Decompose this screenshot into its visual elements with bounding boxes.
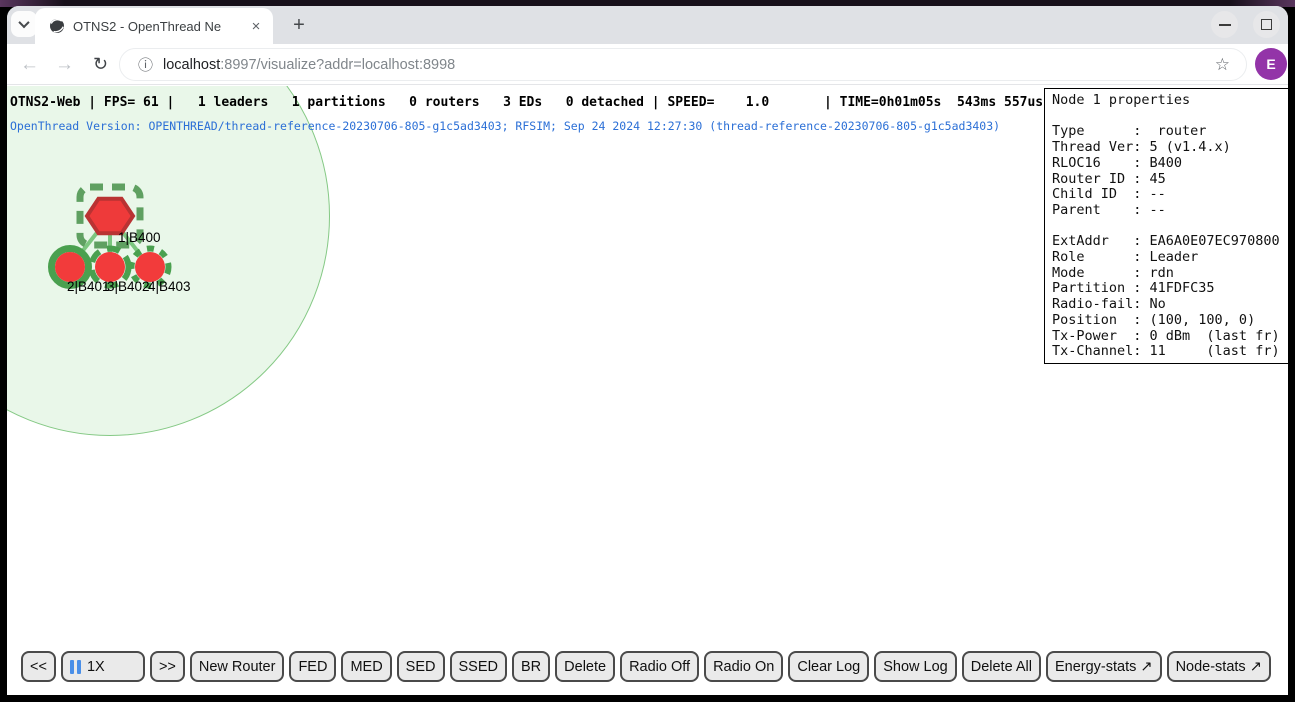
reload-button[interactable]: ↻ <box>87 51 114 78</box>
speed-up-button[interactable]: >> <box>150 651 185 682</box>
address-bar[interactable]: ⓘ localhost:8997/visualize?addr=localhos… <box>119 48 1247 81</box>
tab-title-fade <box>219 19 247 34</box>
window-minimize-button[interactable] <box>1211 11 1238 38</box>
energy-stats-button[interactable]: Energy-stats ↗ <box>1046 651 1162 682</box>
node-properties-text: Node 1 properties Type : router Thread V… <box>1045 89 1288 364</box>
sed-button[interactable]: SED <box>397 651 445 682</box>
radio-on-button[interactable]: Radio On <box>704 651 783 682</box>
br-button[interactable]: BR <box>512 651 550 682</box>
node-properties-panel: Node 1 properties Type : router Thread V… <box>1044 88 1288 364</box>
new-router-button[interactable]: New Router <box>190 651 285 682</box>
pause-icon <box>70 660 81 674</box>
fed-button[interactable]: FED <box>289 651 336 682</box>
radio-range-circle <box>7 86 330 436</box>
minimize-icon <box>1219 24 1231 26</box>
profile-avatar[interactable]: E <box>1255 48 1287 80</box>
speed-label: 1X <box>87 659 105 675</box>
tab-title: OTNS2 - OpenThread Ne <box>73 19 247 34</box>
bookmark-star-icon[interactable]: ☆ <box>1215 55 1234 75</box>
med-button[interactable]: MED <box>341 651 391 682</box>
url-text: localhost:8997/visualize?addr=localhost:… <box>163 57 455 73</box>
browser-toolbar: ← → ↻ ⓘ localhost:8997/visualize?addr=lo… <box>7 44 1288 85</box>
forward-button[interactable]: → <box>51 51 78 78</box>
delete-button[interactable]: Delete <box>555 651 615 682</box>
new-tab-button[interactable]: + <box>285 11 313 39</box>
back-button[interactable]: ← <box>16 51 43 78</box>
site-info-icon[interactable]: ⓘ <box>138 54 153 75</box>
tab-search-button[interactable] <box>11 11 37 37</box>
ssed-button[interactable]: SSED <box>450 651 508 682</box>
delete-all-button[interactable]: Delete All <box>962 651 1041 682</box>
openthread-version-line: OpenThread Version: OPENTHREAD/thread-re… <box>10 119 1000 133</box>
desktop-screen: OTNS2 - OpenThread Ne × + ← → ↻ ⓘ localh… <box>0 0 1295 702</box>
page-content: OTNS2-Web | FPS= 61 | 1 leaders 1 partit… <box>7 86 1288 695</box>
radio-off-button[interactable]: Radio Off <box>620 651 699 682</box>
chevron-down-icon <box>18 17 29 28</box>
simulation-status-bar: OTNS2-Web | FPS= 61 | 1 leaders 1 partit… <box>10 95 1043 110</box>
show-log-button[interactable]: Show Log <box>874 651 957 682</box>
speed-down-button[interactable]: << <box>21 651 56 682</box>
node-stats-button[interactable]: Node-stats ↗ <box>1167 651 1271 682</box>
clear-log-button[interactable]: Clear Log <box>788 651 869 682</box>
tab-strip: OTNS2 - OpenThread Ne × + <box>7 6 1288 44</box>
action-button-row: << 1X >> New Router FED MED SED SSED BR … <box>21 651 1271 682</box>
browser-tab[interactable]: OTNS2 - OpenThread Ne × <box>35 8 273 44</box>
maximize-icon <box>1261 19 1272 30</box>
speed-button[interactable]: 1X <box>61 651 145 682</box>
favicon-globe-icon <box>49 18 65 34</box>
window-maximize-button[interactable] <box>1253 11 1280 38</box>
tab-close-icon[interactable]: × <box>247 17 265 35</box>
browser-window: OTNS2 - OpenThread Ne × + ← → ↻ ⓘ localh… <box>7 6 1288 695</box>
